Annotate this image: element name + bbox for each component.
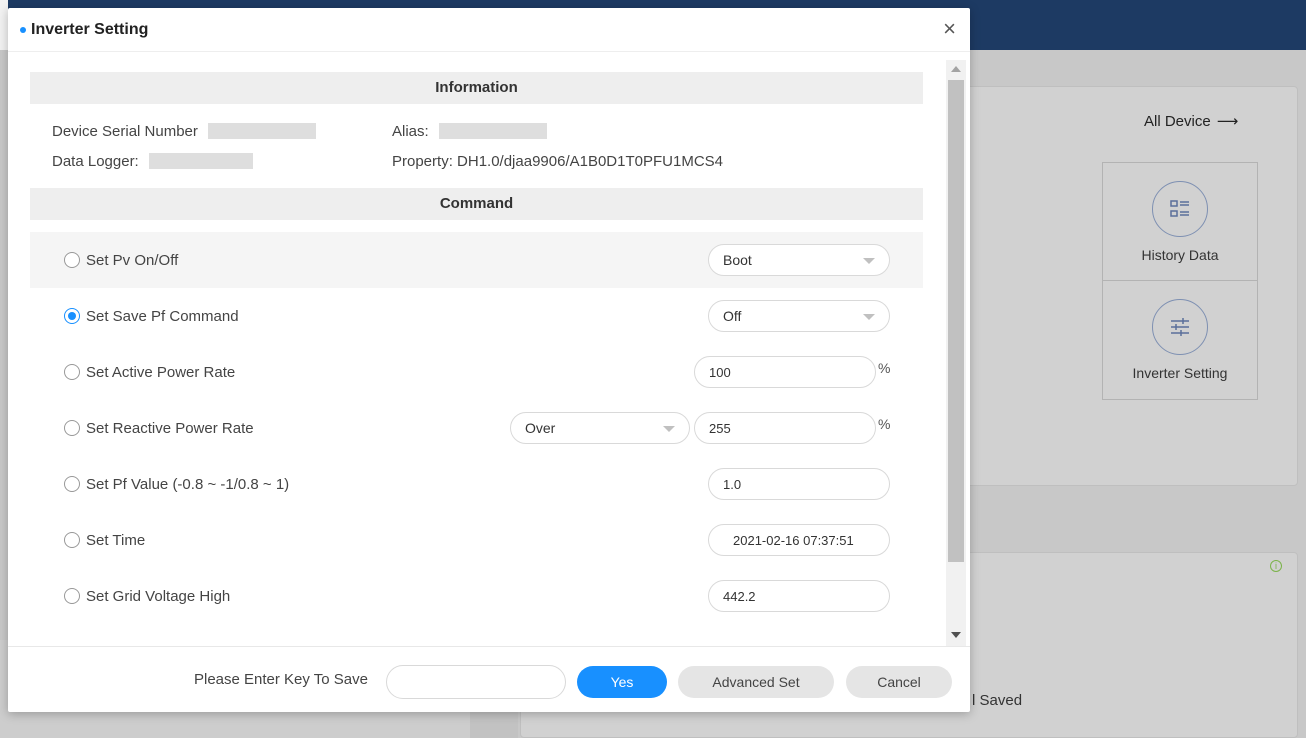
command-label: Set Pv On/Off — [86, 251, 179, 269]
cancel-button[interactable]: Cancel — [846, 666, 952, 698]
arrow-right-icon: ⟶ — [1216, 113, 1239, 130]
vertical-scrollbar[interactable] — [946, 60, 966, 646]
active-power-input[interactable]: 100 — [694, 356, 876, 388]
radio-save-pf[interactable] — [64, 308, 80, 324]
data-logger-label: Data Logger: — [52, 152, 139, 170]
command-row-grid-voltage-high: Set Grid Voltage High 442.2 — [30, 568, 923, 624]
all-device-label: All Device — [1144, 112, 1211, 130]
header-left-strip — [0, 0, 8, 50]
command-label: Set Active Power Rate — [86, 363, 236, 381]
select-value: Off — [723, 308, 742, 324]
history-data-tile[interactable]: History Data — [1103, 163, 1257, 281]
pf-value-input[interactable]: 1.0 — [708, 468, 890, 500]
info-row-2: Data Logger: Property: DH1.0/djaa9906/A1… — [30, 146, 923, 176]
time-input[interactable]: 2021-02-16 07:37:51 — [708, 524, 890, 556]
info-row-1: Device Serial Number Alias: — [30, 116, 923, 146]
radio-set-time[interactable] — [64, 532, 80, 548]
pv-onoff-select[interactable]: Boot — [708, 244, 890, 276]
inverter-setting-tile[interactable]: Inverter Setting — [1103, 281, 1257, 399]
radio-reactive-power[interactable] — [64, 420, 80, 436]
radio-pf-value[interactable] — [64, 476, 80, 492]
inverter-setting-label: Inverter Setting — [1132, 365, 1228, 381]
scroll-up-icon[interactable] — [951, 66, 961, 72]
information-section-header: Information — [30, 72, 923, 104]
info-icon: i — [1270, 560, 1282, 572]
grid-voltage-high-input[interactable]: 442.2 — [708, 580, 890, 612]
save-pf-select[interactable]: Off — [708, 300, 890, 332]
title-dot-icon — [20, 26, 26, 33]
list-icon — [1152, 180, 1208, 237]
reactive-power-input[interactable]: 255 — [694, 412, 876, 444]
command-row-active-power: Set Active Power Rate 100 % — [30, 344, 923, 400]
dialog-scroll-area[interactable]: Information Device Serial Number Alias: … — [8, 60, 970, 646]
advanced-set-button[interactable]: Advanced Set — [678, 666, 834, 698]
chevron-down-icon — [863, 314, 875, 320]
command-label: Set Grid Voltage High — [86, 587, 231, 605]
command-label: Set Time — [86, 531, 146, 549]
all-device-link[interactable]: All Device ⟶ — [1144, 112, 1239, 131]
percent-unit: % — [878, 360, 891, 376]
command-row-reactive-power: Set Reactive Power Rate Over 255 % — [30, 400, 923, 456]
alias-label: Alias: — [392, 122, 429, 140]
scrollbar-thumb[interactable] — [948, 80, 964, 562]
command-row-set-time: Set Time 2021-02-16 07:37:51 — [30, 512, 923, 568]
command-row-pv-onoff: Set Pv On/Off Boot — [30, 232, 923, 288]
radio-active-power[interactable] — [64, 364, 80, 380]
command-row-pf-value: Set Pf Value (-0.8 ~ -1/0.8 ~ 1) 1.0 — [30, 456, 923, 512]
sliders-icon — [1152, 299, 1208, 355]
dialog-content: Information Device Serial Number Alias: … — [30, 72, 923, 624]
property-text: Property: DH1.0/djaa9906/A1B0D1T0PFU1MCS… — [392, 152, 723, 170]
data-logger-value — [148, 153, 253, 169]
alias-value — [438, 123, 547, 139]
reactive-mode-select[interactable]: Over — [510, 412, 690, 444]
scroll-down-icon[interactable] — [951, 632, 961, 638]
chevron-down-icon — [863, 258, 875, 264]
select-value: Boot — [723, 252, 752, 268]
close-icon[interactable]: × — [943, 18, 956, 40]
yes-button[interactable]: Yes — [577, 666, 667, 698]
percent-unit: % — [878, 416, 891, 432]
key-label: Please Enter Key To Save — [194, 671, 368, 688]
command-label: Set Reactive Power Rate — [86, 419, 254, 437]
command-label: Set Pf Value (-0.8 ~ -1/0.8 ~ 1) — [86, 475, 290, 493]
chevron-down-icon — [663, 426, 675, 432]
command-label: Set Save Pf Command — [86, 307, 239, 325]
dialog-header: Inverter Setting — [8, 8, 970, 52]
history-data-label: History Data — [1141, 246, 1219, 263]
key-input[interactable] — [386, 665, 566, 699]
radio-grid-voltage-high[interactable] — [64, 588, 80, 604]
saved-text: l Saved — [972, 692, 1023, 709]
action-grid: History Data Inverter Setting — [1102, 162, 1258, 400]
command-row-save-pf: Set Save Pf Command Off — [30, 288, 923, 344]
dialog-title: Inverter Setting — [31, 20, 149, 38]
radio-pv-onoff[interactable] — [64, 252, 80, 268]
inverter-setting-dialog: Inverter Setting × Information Device Se… — [8, 8, 970, 712]
select-value: Over — [525, 420, 556, 436]
dialog-footer: Please Enter Key To Save Yes Advanced Se… — [8, 646, 970, 712]
device-serial-label: Device Serial Number — [52, 122, 198, 140]
command-section-header: Command — [30, 188, 923, 220]
device-serial-value — [207, 123, 316, 139]
